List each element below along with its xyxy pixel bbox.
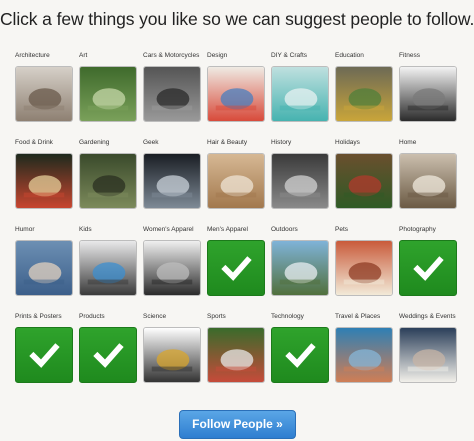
travel-photo (336, 328, 392, 382)
history-photo (272, 154, 328, 208)
kids-photo (80, 241, 136, 295)
category-tile-selected[interactable] (399, 240, 457, 296)
category-label: Education (335, 52, 364, 59)
science-photo (144, 328, 200, 382)
category-thumbnail[interactable] (143, 240, 201, 296)
car-photo (144, 67, 200, 121)
education-photo (336, 67, 392, 121)
category-thumbnail[interactable] (399, 153, 457, 209)
category-label: Sports (207, 313, 226, 320)
diy-photo (272, 67, 328, 121)
category-thumbnail[interactable] (15, 153, 73, 209)
category-label: Architecture (15, 52, 50, 59)
category-label: Kids (79, 226, 92, 233)
category-label: Design (207, 52, 228, 59)
category-label: Pets (335, 226, 349, 233)
category-label: Gardening (79, 139, 110, 146)
pets-photo (336, 241, 392, 295)
category-thumbnail[interactable] (335, 240, 393, 296)
check-icon (29, 343, 60, 368)
category-thumbnail[interactable] (335, 153, 393, 209)
category-thumbnail[interactable] (207, 327, 265, 383)
humor-photo (16, 241, 72, 295)
category-label: Science (143, 313, 167, 320)
category-label: Holidays (335, 139, 360, 146)
category-label: Geek (143, 139, 159, 146)
category-label: Hair & Beauty (207, 139, 248, 146)
architecture-photo (16, 67, 72, 121)
category-thumbnail[interactable] (143, 153, 201, 209)
fitness-photo (400, 67, 456, 121)
outdoors-photo (272, 241, 328, 295)
category-thumbnail[interactable] (207, 66, 265, 122)
interest-grid: Architecture Art Cars & Motorcycles Design D… (0, 0, 474, 441)
category-label: Prints & Posters (15, 313, 62, 320)
follow-people-button[interactable]: Follow People » (179, 410, 296, 439)
check-icon (413, 256, 444, 281)
category-label: Technology (271, 313, 304, 320)
check-icon (285, 343, 316, 368)
category-thumbnail[interactable] (143, 327, 201, 383)
category-thumbnail[interactable] (79, 66, 137, 122)
home-photo (400, 154, 456, 208)
category-thumbnail[interactable] (79, 240, 137, 296)
geek-photo (144, 154, 200, 208)
category-label: Humor (15, 226, 35, 233)
holidays-photo (336, 154, 392, 208)
category-label: Fitness (399, 52, 420, 59)
category-thumbnail[interactable] (399, 66, 457, 122)
category-thumbnail[interactable] (271, 240, 329, 296)
category-label: DIY & Crafts (271, 52, 308, 59)
category-thumbnail[interactable] (399, 327, 457, 383)
category-label: Food & Drink (15, 139, 53, 146)
check-icon (93, 343, 124, 368)
category-label: Weddings & Events (399, 313, 456, 320)
art-photo (80, 67, 136, 121)
category-label: Cars & Motorcycles (143, 52, 200, 59)
hair-photo (208, 154, 264, 208)
category-label: Home (399, 139, 417, 146)
category-thumbnail[interactable] (335, 327, 393, 383)
category-label: Travel & Places (335, 313, 381, 320)
category-label: Outdoors (271, 226, 298, 233)
category-label: Men's Apparel (207, 226, 248, 233)
category-tile-selected[interactable] (271, 327, 329, 383)
category-thumbnail[interactable] (335, 66, 393, 122)
gardening-photo (80, 154, 136, 208)
category-label: History (271, 139, 292, 146)
category-thumbnail[interactable] (271, 153, 329, 209)
category-label: Art (79, 52, 88, 59)
sports-photo (208, 328, 264, 382)
category-thumbnail[interactable] (15, 240, 73, 296)
category-thumbnail[interactable] (271, 66, 329, 122)
category-label: Women's Apparel (143, 226, 194, 233)
design-photo (208, 67, 264, 121)
category-thumbnail[interactable] (207, 153, 265, 209)
food-photo (16, 154, 72, 208)
category-thumbnail[interactable] (143, 66, 201, 122)
category-tile-selected[interactable] (207, 240, 265, 296)
category-label: Photography (399, 226, 436, 233)
category-label: Products (79, 313, 105, 320)
category-tile-selected[interactable] (15, 327, 73, 383)
check-icon (221, 256, 252, 281)
category-tile-selected[interactable] (79, 327, 137, 383)
weddings-photo (400, 328, 456, 382)
category-thumbnail[interactable] (79, 153, 137, 209)
womens-apparel-photo (144, 241, 200, 295)
category-thumbnail[interactable] (15, 66, 73, 122)
